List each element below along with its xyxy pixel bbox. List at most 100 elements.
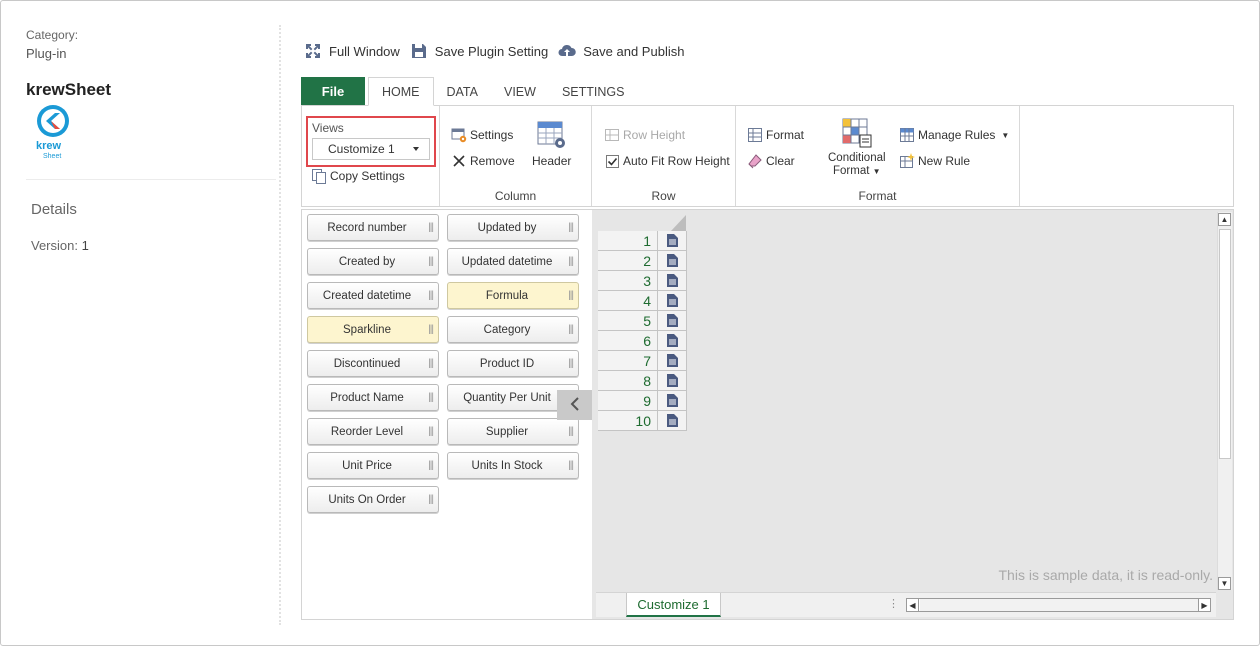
save-icon (410, 42, 428, 60)
drag-grip-icon[interactable]: ||| (568, 426, 574, 437)
horizontal-scroll-thumb[interactable] (920, 599, 1198, 611)
drag-grip-icon[interactable]: ||| (568, 256, 574, 267)
drag-grip-icon[interactable]: ||| (568, 222, 574, 233)
field-label: Product Name (330, 391, 404, 404)
vertical-scrollbar[interactable]: ▲ ▼ (1217, 212, 1232, 590)
field-button[interactable]: Updated datetime ||| (447, 248, 579, 275)
clear-format-button[interactable]: Clear (747, 153, 795, 169)
views-dropdown[interactable]: Customize 1 (312, 138, 430, 160)
tab-settings[interactable]: SETTINGS (549, 77, 638, 106)
copy-settings-button[interactable]: Copy Settings (311, 168, 405, 184)
record-detail-icon[interactable] (658, 271, 687, 291)
field-label: Units On Order (328, 493, 406, 506)
row-header[interactable]: 1 (598, 231, 658, 251)
drag-grip-icon[interactable]: ||| (428, 256, 434, 267)
vertical-scroll-thumb[interactable] (1219, 229, 1231, 459)
logo-subtext: Sheet (43, 153, 61, 160)
row-header[interactable]: 6 (598, 331, 658, 351)
record-detail-icon[interactable] (658, 411, 687, 431)
record-detail-icon[interactable] (658, 251, 687, 271)
field-button[interactable]: Product ID ||| (447, 350, 579, 377)
drag-grip-icon[interactable]: ||| (428, 460, 434, 471)
record-detail-icon[interactable] (658, 231, 687, 251)
auto-fit-row-height-checkbox[interactable]: Auto Fit Row Height (604, 153, 730, 169)
format-button[interactable]: Format (747, 127, 804, 143)
drag-grip-icon[interactable]: ||| (428, 290, 434, 301)
column-settings-label: Settings (470, 128, 514, 142)
row-header[interactable]: 7 (598, 351, 658, 371)
record-detail-icon[interactable] (658, 371, 687, 391)
record-detail-icon[interactable] (658, 311, 687, 331)
eraser-icon (747, 153, 763, 169)
collapse-panel-button[interactable] (557, 390, 592, 420)
app-name: krewSheet (26, 80, 112, 99)
drag-grip-icon[interactable]: ||| (428, 324, 434, 335)
row-header[interactable]: 4 (598, 291, 658, 311)
field-button[interactable]: Sparkline ||| (307, 316, 439, 343)
field-label: Updated by (477, 221, 537, 234)
drag-grip-icon[interactable]: ||| (568, 324, 574, 335)
tab-file[interactable]: File (301, 77, 365, 105)
drag-grip-icon[interactable]: ||| (428, 222, 434, 233)
horizontal-scrollbar[interactable]: ◀ ▶ (906, 598, 1211, 612)
tab-view[interactable]: VIEW (491, 77, 549, 106)
field-button[interactable]: Created datetime ||| (307, 282, 439, 309)
field-label: Unit Price (342, 459, 392, 472)
drag-grip-icon[interactable]: ||| (568, 460, 574, 471)
field-button[interactable]: Record number ||| (307, 214, 439, 241)
column-header-button[interactable]: Header (532, 120, 571, 168)
drag-grip-icon[interactable]: ||| (568, 290, 574, 301)
field-button[interactable]: Supplier ||| (447, 418, 579, 445)
row-header[interactable]: 3 (598, 271, 658, 291)
save-plugin-setting-button[interactable]: Save Plugin Setting (410, 42, 548, 60)
divider (26, 179, 276, 180)
field-button[interactable]: Updated by ||| (447, 214, 579, 241)
field-button[interactable]: Units In Stock ||| (447, 452, 579, 479)
row-height-button[interactable]: Row Height (604, 127, 685, 143)
drag-grip-icon[interactable]: ||| (428, 392, 434, 403)
sheet-tab-bar: Customize 1 ⋮ ◀ ▶ (596, 592, 1216, 617)
field-button[interactable]: Created by ||| (307, 248, 439, 275)
row-header[interactable]: 5 (598, 311, 658, 331)
drag-grip-icon[interactable]: ||| (428, 426, 434, 437)
scroll-left-icon[interactable]: ◀ (907, 599, 919, 611)
drag-grip-icon[interactable]: ||| (568, 358, 574, 369)
field-button[interactable]: Product Name ||| (307, 384, 439, 411)
field-button[interactable]: Unit Price ||| (307, 452, 439, 479)
column-settings-button[interactable]: Settings (451, 127, 513, 143)
row-header[interactable]: 9 (598, 391, 658, 411)
record-detail-icon[interactable] (658, 291, 687, 311)
manage-rules-button[interactable]: Manage Rules ▼ (899, 127, 1009, 143)
drag-grip-icon[interactable]: ||| (428, 494, 434, 505)
version-value: 1 (81, 238, 89, 253)
new-rule-button[interactable]: New Rule (899, 153, 970, 169)
sheet-tab-customize-1[interactable]: Customize 1 (626, 593, 721, 617)
record-detail-icon[interactable] (658, 391, 687, 411)
full-window-button[interactable]: Full Window (304, 42, 400, 60)
scroll-right-icon[interactable]: ▶ (1198, 599, 1210, 611)
tab-splitter-icon[interactable]: ⋮ (888, 597, 899, 610)
field-label: Record number (327, 221, 407, 234)
scroll-down-icon[interactable]: ▼ (1218, 577, 1231, 590)
field-button[interactable]: Category ||| (447, 316, 579, 343)
row-header[interactable]: 2 (598, 251, 658, 271)
drag-grip-icon[interactable]: ||| (428, 358, 434, 369)
tab-home[interactable]: HOME (368, 77, 434, 106)
tab-data[interactable]: DATA (434, 77, 491, 106)
field-button[interactable]: Discontinued ||| (307, 350, 439, 377)
field-button[interactable]: Units On Order ||| (307, 486, 439, 513)
select-all-corner[interactable] (598, 212, 686, 232)
record-detail-icon[interactable] (658, 351, 687, 371)
save-and-publish-button[interactable]: Save and Publish (558, 42, 684, 60)
column-remove-button[interactable]: Remove (451, 153, 515, 169)
field-button[interactable]: Formula ||| (447, 282, 579, 309)
record-detail-icon[interactable] (658, 331, 687, 351)
details-heading: Details (31, 201, 77, 218)
field-button[interactable]: Reorder Level ||| (307, 418, 439, 445)
expand-icon (304, 42, 322, 60)
row-header[interactable]: 8 (598, 371, 658, 391)
conditional-format-label-line2: Format ▼ (833, 165, 881, 177)
scroll-up-icon[interactable]: ▲ (1218, 213, 1231, 226)
row-header[interactable]: 10 (598, 411, 658, 431)
conditional-format-button[interactable]: Conditional Format ▼ (828, 118, 886, 177)
